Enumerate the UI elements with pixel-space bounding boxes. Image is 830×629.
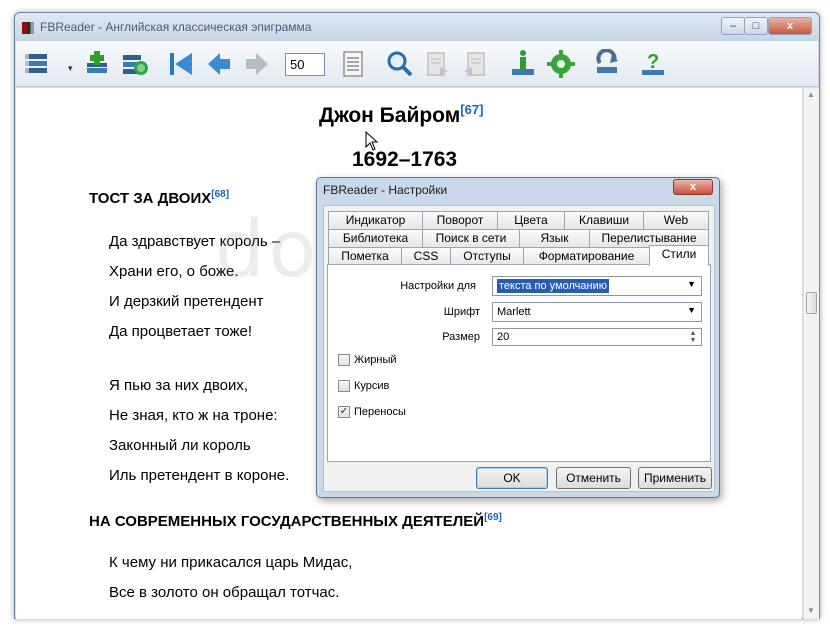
hyphenation-checkbox-label: Переносы xyxy=(354,406,406,418)
verse-line: Все в золото он обращал тотчас. xyxy=(109,584,340,601)
verse-line: И дерзкий претендент xyxy=(109,293,264,310)
hyphenation-checkbox-box[interactable]: ✓ xyxy=(338,406,350,419)
vertical-scrollbar[interactable]: ▲ ▼ xyxy=(803,88,819,619)
spin-arrows-icon[interactable]: ▲ ▼ xyxy=(687,330,699,344)
tab-indicator[interactable]: Индикатор xyxy=(328,211,423,229)
footnote-link-69[interactable]: [69] xyxy=(484,512,502,523)
footnote-link-68[interactable]: [68] xyxy=(211,189,229,200)
minimize-button[interactable]: – xyxy=(721,17,745,35)
tab-language[interactable]: Язык xyxy=(519,229,590,247)
back-icon[interactable] xyxy=(204,49,234,79)
hyphenation-checkbox[interactable]: ✓ Переносы xyxy=(338,406,406,419)
book-info-icon[interactable] xyxy=(508,49,538,79)
tab-web[interactable]: Web xyxy=(643,211,709,229)
toolbar: ▾ 50 ? xyxy=(16,41,818,87)
tab-indents[interactable]: Отступы xyxy=(450,247,524,265)
toc-icon[interactable] xyxy=(338,49,368,79)
fbreader-app-icon xyxy=(22,22,34,34)
verse-line: Иль претендент в короне. xyxy=(109,467,290,484)
section-title-toast: ТОСТ ЗА ДВОИХ[68] xyxy=(89,189,229,207)
tab-rotation[interactable]: Поворот xyxy=(422,211,498,229)
font-value: Marlett xyxy=(497,306,531,318)
tab-network-search[interactable]: Поиск в сети xyxy=(422,229,520,247)
size-label: Размер xyxy=(442,331,480,343)
tab-colors[interactable]: Цвета xyxy=(497,211,565,229)
scroll-up-arrow[interactable]: ▲ xyxy=(807,90,815,99)
find-previous-icon[interactable] xyxy=(460,49,490,79)
scroll-down-arrow[interactable]: ▼ xyxy=(807,606,815,615)
ok-button[interactable]: OK xyxy=(476,467,548,489)
verse-line: Законный ли король xyxy=(109,437,251,454)
library-dropdown-arrow[interactable]: ▾ xyxy=(68,63,73,74)
rotate-icon[interactable] xyxy=(592,48,622,79)
settings-for-value: текста по умолчанию xyxy=(497,279,609,293)
settings-dialog: FBReader - Настройки x Индикатор Поворот… xyxy=(316,177,720,498)
author-years: 1692–1763 xyxy=(352,148,458,171)
author-heading: Джон Байром[67] xyxy=(319,102,483,128)
size-spinbox[interactable]: 20 ▲ ▼ xyxy=(492,328,702,346)
tab-css[interactable]: CSS xyxy=(401,247,451,265)
footnote-link-67[interactable]: [67] xyxy=(460,102,483,117)
settings-for-select[interactable]: текста по умолчанию ▼ xyxy=(492,276,702,296)
verse-line: Я пью за них двоих, xyxy=(109,377,249,394)
forward-icon[interactable] xyxy=(242,49,272,79)
network-library-icon[interactable] xyxy=(120,49,150,79)
maximize-button[interactable]: □ xyxy=(744,17,768,35)
tab-keys[interactable]: Клавиши xyxy=(564,211,644,229)
dialog-body: Индикатор Поворот Цвета Клавиши Web Библ… xyxy=(323,205,715,492)
author-name: Джон Байром xyxy=(319,104,461,127)
bold-checkbox[interactable]: Жирный xyxy=(338,354,397,367)
chevron-down-icon: ▼ xyxy=(687,279,696,289)
bold-checkbox-box[interactable] xyxy=(338,354,350,367)
cancel-button[interactable]: Отменить xyxy=(556,467,631,489)
verse-line: Да процветает тоже! xyxy=(109,323,253,340)
bold-checkbox-label: Жирный xyxy=(354,354,397,366)
settings-for-label: Настройки для xyxy=(400,280,476,292)
dialog-title: FBReader - Настройки xyxy=(323,183,448,197)
section-title-text: ТОСТ ЗА ДВОИХ xyxy=(89,190,212,207)
first-page-icon[interactable] xyxy=(166,49,196,79)
library-icon[interactable] xyxy=(22,49,52,79)
section-title-text: НА СОВРЕМЕННЫХ ГОСУДАРСТВЕННЫХ ДЕЯТЕЛЕЙ xyxy=(89,513,485,530)
scrollbar-thumb[interactable] xyxy=(806,292,817,314)
size-value: 20 xyxy=(497,331,510,343)
mouse-cursor-icon xyxy=(365,131,379,151)
close-button[interactable]: x xyxy=(768,17,812,35)
window-title: FBReader - Английская классическая эпигр… xyxy=(40,20,312,34)
add-book-icon[interactable] xyxy=(82,49,112,79)
italic-checkbox-label: Курсив xyxy=(354,380,390,392)
search-icon[interactable] xyxy=(384,49,414,79)
verse-line: К чему ни прикасался царь Мидас, xyxy=(109,554,353,571)
find-next-icon[interactable] xyxy=(422,49,452,79)
apply-button[interactable]: Применить xyxy=(638,467,712,489)
tab-formatting[interactable]: Форматирование xyxy=(523,247,650,265)
section-title-statesmen: НА СОВРЕМЕННЫХ ГОСУДАРСТВЕННЫХ ДЕЯТЕЛЕЙ[… xyxy=(89,512,502,530)
italic-checkbox-box[interactable] xyxy=(338,380,350,393)
page-number-input[interactable]: 50 xyxy=(285,53,325,76)
italic-checkbox[interactable]: Курсив xyxy=(338,380,390,393)
title-bar: FBReader - Английская классическая эпигр… xyxy=(15,13,819,41)
tab-library[interactable]: Библиотека xyxy=(328,229,423,247)
verse-line: Не зная, кто ж на троне: xyxy=(109,407,278,424)
tab-marking[interactable]: Пометка xyxy=(328,247,402,265)
font-select[interactable]: Marlett ▼ xyxy=(492,302,702,322)
styles-panel: Настройки для текста по умолчанию ▼ Шриф… xyxy=(327,264,711,462)
font-label: Шрифт xyxy=(443,306,480,318)
dialog-close-button[interactable]: x xyxy=(673,179,713,195)
chevron-down-icon: ▼ xyxy=(687,305,696,315)
svg-text:?: ? xyxy=(647,51,659,73)
tab-styles[interactable]: Стили xyxy=(649,245,709,266)
settings-icon[interactable] xyxy=(546,49,576,79)
help-icon[interactable]: ? xyxy=(638,49,668,79)
